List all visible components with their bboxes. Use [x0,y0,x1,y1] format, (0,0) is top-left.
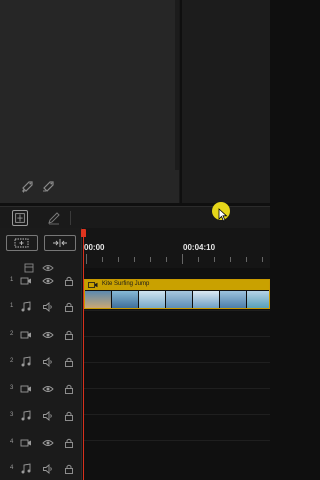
track-row-audio-4: 4 [0,456,82,480]
track-number: 4 [10,465,14,471]
lock-icon[interactable] [63,301,75,313]
ruler-tick [198,257,199,262]
playhead-line[interactable] [83,232,84,480]
fit-zoom-button[interactable] [44,235,76,251]
music-note-icon[interactable] [20,463,32,475]
timeline-ruler[interactable]: 00:00 00:04:10 [83,228,270,268]
clip-thumbnail [193,291,220,308]
ruler-tick [246,257,247,262]
track-row-video-3: 3 [0,376,82,402]
mouse-pointer-icon [218,208,228,222]
eye-icon[interactable] [42,275,54,287]
media-panel [0,0,180,203]
ruler-tick [262,257,263,262]
music-note-icon[interactable] [20,301,32,313]
video-camera-icon[interactable] [20,383,32,395]
track-divider [83,440,270,441]
track-row-audio-2: 2 [0,349,82,375]
lock-icon[interactable] [63,329,75,341]
video-camera-icon[interactable] [20,275,32,287]
add-track-button[interactable] [6,235,38,251]
toolbar-divider [70,211,71,225]
speaker-icon[interactable] [42,301,54,313]
track-number: 2 [10,331,14,337]
cursor-highlight [212,202,230,222]
ruler-tick [118,257,119,262]
clip-title-bar: Kite Surfing Jump [85,280,269,290]
track-row-video-1: 1 [0,268,82,294]
track-number: 1 [10,303,14,309]
lock-icon[interactable] [63,275,75,287]
eye-icon[interactable] [42,437,54,449]
track-row-video-4: 4 [0,430,82,456]
track-number: 1 [10,277,14,283]
speaker-icon[interactable] [42,463,54,475]
ruler-tick [166,257,167,262]
music-note-icon[interactable] [20,356,32,368]
pencil-icon[interactable] [46,210,62,226]
clip-thumbnail [85,291,112,308]
clip-thumbnail [112,291,139,308]
ruler-tick [102,257,103,262]
media-panel-scrollbar[interactable] [175,0,179,170]
music-note-icon[interactable] [20,410,32,422]
video-clip-icon [88,282,98,288]
track-divider [83,310,270,311]
eye-icon[interactable] [42,329,54,341]
lock-icon[interactable] [63,383,75,395]
clip-thumbnail [220,291,247,308]
playhead-handle[interactable] [81,229,86,237]
lock-icon[interactable] [63,463,75,475]
lock-icon[interactable] [63,410,75,422]
track-number: 3 [10,412,14,418]
ruler-tick [86,254,87,264]
lock-icon[interactable] [63,356,75,368]
tag-remove-icon[interactable] [41,178,57,194]
ruler-tick [214,257,215,262]
track-row-video-2: 2 [0,322,82,348]
video-camera-icon[interactable] [20,437,32,449]
video-camera-icon[interactable] [20,329,32,341]
clip-thumbnail [166,291,193,308]
clip-thumbnails [85,291,269,308]
track-divider [83,388,270,389]
track-number: 2 [10,358,14,364]
video-clip[interactable]: Kite Surfing Jump [84,279,270,309]
speaker-icon[interactable] [42,410,54,422]
ruler-tick [230,257,231,262]
track-divider [83,362,270,363]
preview-panel [182,0,270,203]
timecode-start: 00:00 [84,243,105,252]
clip-thumbnail [139,291,166,308]
track-layout-icon[interactable] [12,210,28,226]
track-number: 3 [10,385,14,391]
ruler-tick [150,257,151,262]
speaker-icon[interactable] [42,356,54,368]
track-divider [83,336,270,337]
track-number: 4 [10,439,14,445]
ruler-tick [134,257,135,262]
track-divider [83,414,270,415]
lock-icon[interactable] [63,437,75,449]
timecode-mark: 00:04:10 [183,243,216,252]
track-row-audio-3: 3 [0,403,82,429]
add-track-icon [14,238,29,248]
fit-zoom-icon [53,239,67,247]
ruler-tick [182,254,183,264]
clip-thumbnail [247,291,269,308]
tag-add-icon[interactable] [20,178,36,194]
clip-title: Kite Surfing Jump [102,281,150,287]
eye-icon[interactable] [42,383,54,395]
track-row-audio-1: 1 [0,294,82,320]
